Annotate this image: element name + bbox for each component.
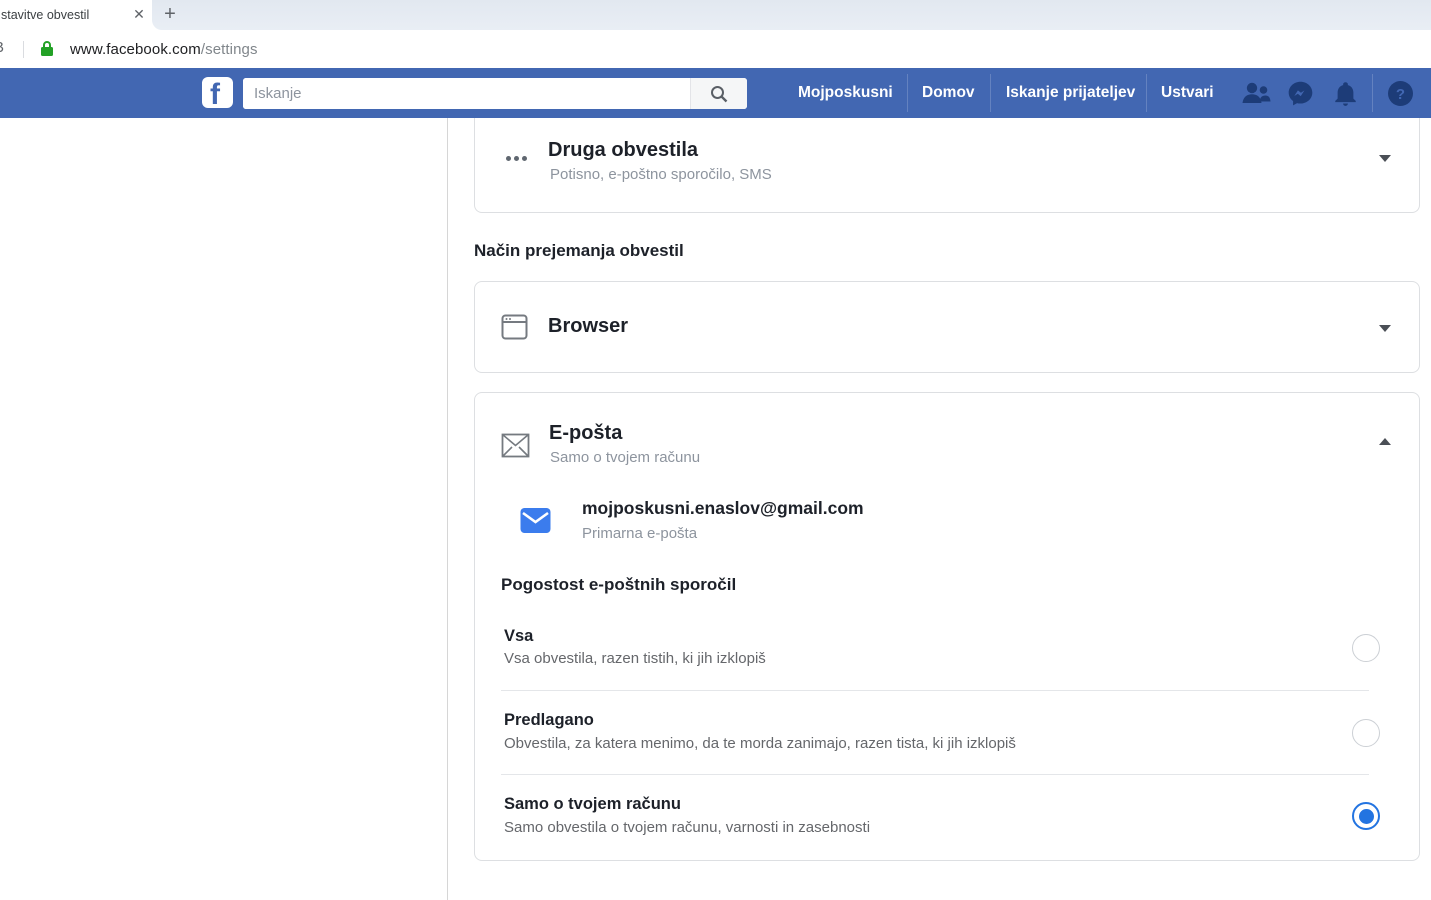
chevron-down-icon[interactable] <box>1379 155 1391 162</box>
radio-predlagano[interactable] <box>1352 719 1380 747</box>
url-path: /settings <box>201 41 258 58</box>
card-browser[interactable]: Browser <box>474 281 1420 373</box>
card-subtitle: Samo o tvojem računu <box>550 449 700 466</box>
card-other-notifications[interactable]: Druga obvestila Potisno, e-poštno sporoč… <box>474 118 1420 213</box>
svg-text:?: ? <box>1396 86 1405 103</box>
email-label: Primarna e-pošta <box>582 525 697 542</box>
radio-samo-racun[interactable] <box>1352 802 1380 830</box>
nav-find-friends[interactable]: Iskanje prijateljev <box>1006 84 1135 102</box>
tabstrip-background <box>152 0 1431 30</box>
notifications-bell-icon[interactable] <box>1332 80 1359 112</box>
new-tab-icon[interactable]: + <box>159 1 181 27</box>
help-icon[interactable]: ? <box>1387 80 1414 112</box>
email-address: mojposkusni.enaslov@gmail.com <box>582 498 864 519</box>
option-description: Samo obvestila o tvojem računu, varnosti… <box>504 819 870 836</box>
extension-icon-partial: B <box>0 39 9 57</box>
address-bar-divider <box>23 41 24 58</box>
header-separator <box>907 74 908 112</box>
search-container <box>243 78 747 109</box>
option-divider <box>501 690 1369 691</box>
search-input[interactable] <box>243 78 690 109</box>
card-subtitle: Potisno, e-poštno sporočilo, SMS <box>550 166 772 183</box>
url-host: www.facebook.com <box>70 41 201 58</box>
option-divider <box>501 774 1369 775</box>
screen: stavitve obvestil ✕ + B www.facebook.com… <box>0 0 1431 900</box>
ellipsis-icon <box>506 156 527 161</box>
header-separator <box>1146 74 1147 112</box>
nav-create[interactable]: Ustvari <box>1161 84 1214 102</box>
tab-title: stavitve obvestil <box>1 8 127 22</box>
email-blue-icon <box>520 507 551 539</box>
chevron-up-icon[interactable] <box>1379 438 1391 445</box>
card-email: E-pošta Samo o tvojem računu mojposkusni… <box>474 392 1420 861</box>
section-heading: Način prejemanja obvestil <box>474 241 684 261</box>
card-title: Browser <box>548 315 628 338</box>
facebook-header: f <box>0 68 1431 118</box>
option-title: Vsa <box>504 627 533 646</box>
card-title: Druga obvestila <box>548 139 698 162</box>
header-separator <box>990 74 991 112</box>
url-text[interactable]: www.facebook.com/settings <box>70 41 258 58</box>
search-icon <box>709 84 729 104</box>
messenger-icon[interactable] <box>1287 80 1314 112</box>
option-title: Samo o tvojem računu <box>504 795 681 814</box>
tab-close-icon[interactable]: ✕ <box>130 5 148 23</box>
envelope-outline-icon <box>501 431 530 465</box>
radio-vsa[interactable] <box>1352 634 1380 662</box>
card-title: E-pošta <box>549 422 622 445</box>
search-button[interactable] <box>690 78 747 109</box>
friend-requests-icon[interactable] <box>1241 80 1271 111</box>
option-description: Obvestila, za katera menimo, da te morda… <box>504 735 1016 752</box>
browser-window-icon <box>501 313 529 346</box>
option-description: Vsa obvestila, razen tistih, ki jih izkl… <box>504 650 766 667</box>
browser-tabstrip: stavitve obvestil ✕ + <box>0 0 1431 30</box>
address-bar[interactable]: B www.facebook.com/settings <box>0 30 1431 68</box>
option-title: Predlagano <box>504 711 594 730</box>
lock-icon[interactable] <box>38 39 56 64</box>
chevron-down-icon[interactable] <box>1379 325 1391 332</box>
frequency-heading: Pogostost e-poštnih sporočil <box>501 575 736 595</box>
header-profile-name[interactable]: Mojposkusni <box>798 84 893 102</box>
sidebar-divider <box>447 118 448 900</box>
header-separator <box>1372 74 1373 112</box>
nav-home[interactable]: Domov <box>922 84 975 102</box>
facebook-logo[interactable]: f <box>202 77 233 108</box>
